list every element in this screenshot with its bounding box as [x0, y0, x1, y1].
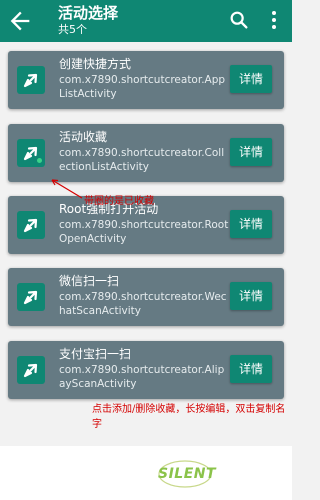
shortcut-icon [17, 66, 45, 94]
detail-button[interactable]: 详情 [230, 65, 272, 93]
shortcut-icon [17, 283, 45, 311]
more-vert-icon[interactable] [264, 9, 284, 31]
activity-card[interactable]: 创建快捷方式 com.x7890.shortcutcreator.AppList… [8, 51, 284, 109]
detail-button[interactable]: 详情 [230, 282, 272, 310]
shortcut-icon [17, 211, 45, 239]
favorite-annotation: 带圈的是已收藏 [84, 196, 154, 207]
activity-name: 支付宝扫一扫 [59, 347, 132, 361]
activity-name: 创建快捷方式 [59, 57, 132, 71]
search-icon[interactable] [228, 9, 250, 31]
activity-card[interactable]: 微信扫一扫 com.x7890.shortcutcreator.WechatSc… [8, 268, 284, 326]
activity-class: com.x7890.shortcutcreator.RootOpenActivi… [59, 219, 229, 245]
bottom-area [0, 446, 292, 500]
activity-card[interactable]: 支付宝扫一扫 com.x7890.shortcutcreator.AlipayS… [8, 341, 284, 399]
detail-button[interactable]: 详情 [230, 210, 272, 238]
detail-button[interactable]: 详情 [230, 138, 272, 166]
activity-card[interactable]: 活动收藏 com.x7890.shortcutcreator.Collectio… [8, 124, 284, 182]
watermark-text: SILENT [158, 466, 217, 482]
page-subtitle: 共5个 [58, 23, 87, 36]
shortcut-icon [17, 356, 45, 384]
activity-name: 活动收藏 [59, 130, 108, 144]
page-title: 活动选择 [58, 4, 119, 22]
usage-annotation: 点击添加/删除收藏，长按编辑，双击复制名字 [92, 404, 286, 430]
activity-class: com.x7890.shortcutcreator.CollectionList… [59, 147, 225, 173]
favorite-indicator [37, 158, 42, 163]
app-bar: 活动选择 共5个 [0, 0, 292, 42]
detail-button[interactable]: 详情 [230, 355, 272, 383]
activity-class: com.x7890.shortcutcreator.WechatScanActi… [59, 291, 227, 317]
activity-name: 微信扫一扫 [59, 274, 120, 288]
activity-class: com.x7890.shortcutcreator.AlipayScanActi… [59, 364, 225, 390]
shortcut-icon [17, 139, 45, 167]
arrow-left-icon[interactable] [6, 7, 34, 35]
activity-class: com.x7890.shortcutcreator.AppListActivit… [59, 74, 226, 100]
